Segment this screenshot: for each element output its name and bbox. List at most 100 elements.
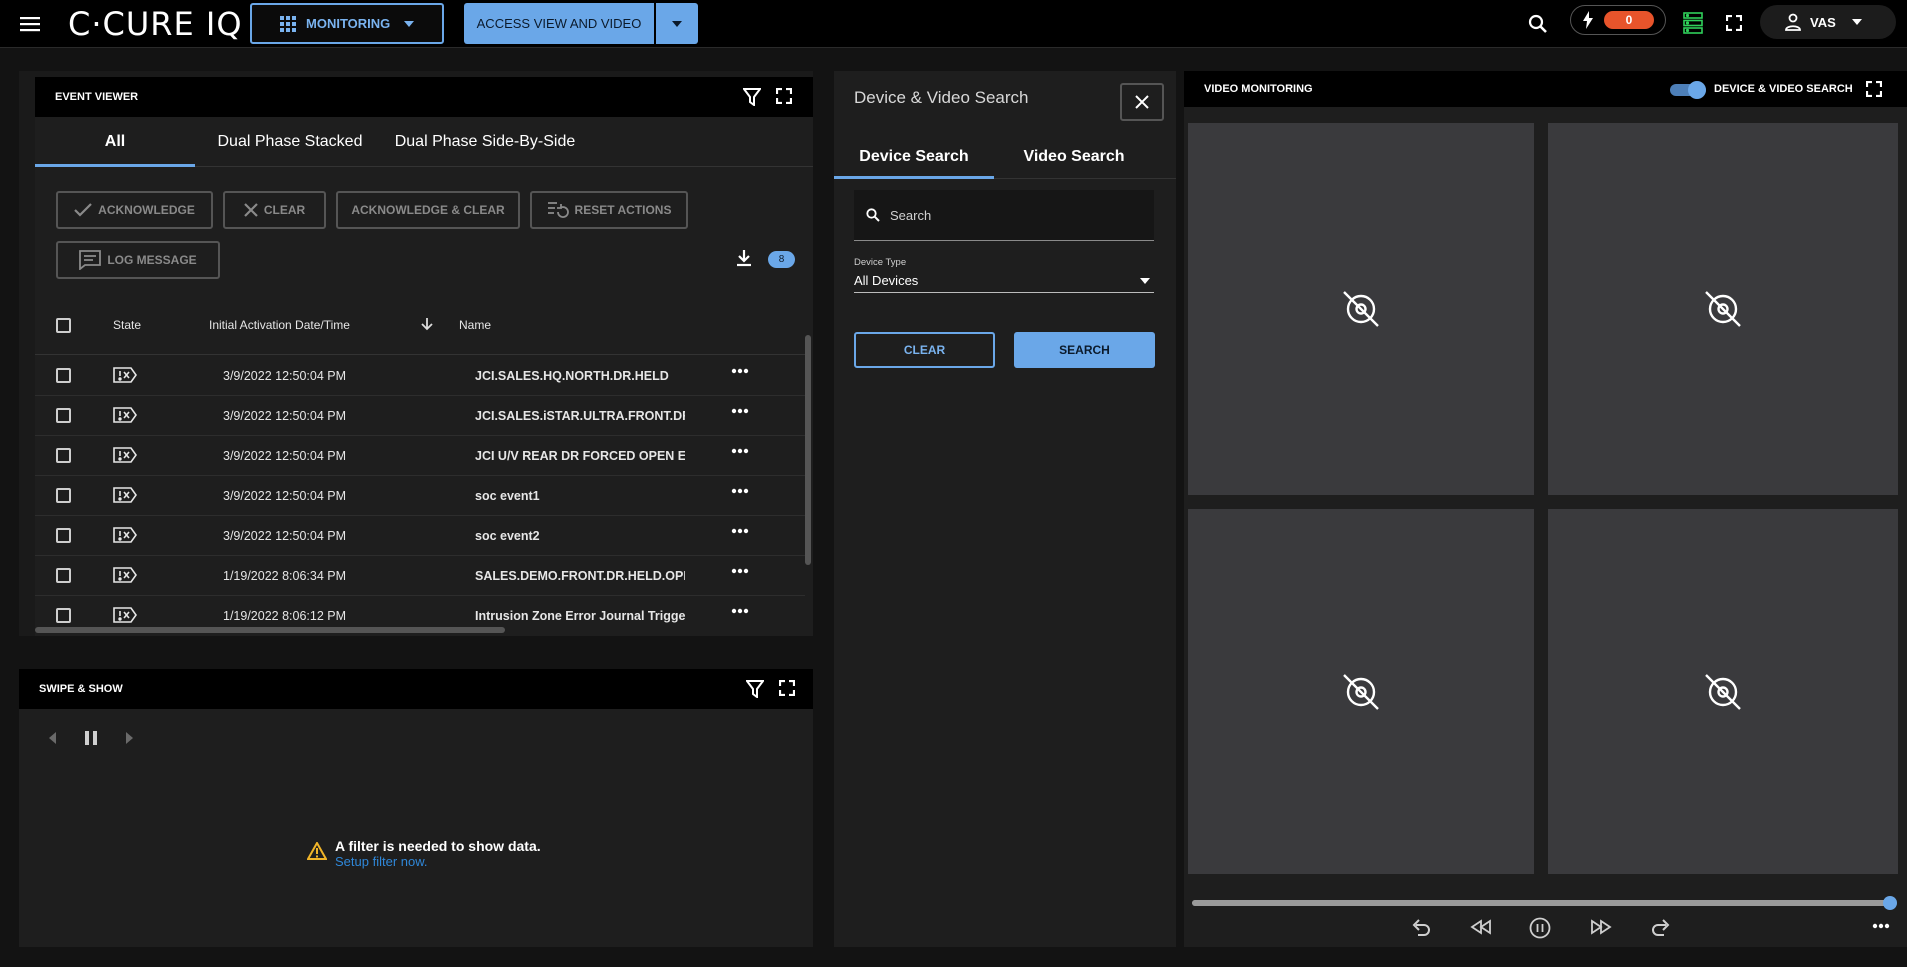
video-tile[interactable] — [1188, 123, 1534, 495]
clear-button[interactable]: CLEAR — [854, 332, 995, 368]
server-status-icon[interactable] — [1683, 12, 1703, 34]
access-view-dropdown-button[interactable] — [656, 3, 698, 44]
table-row[interactable]: 3/9/2022 12:50:04 PM JCI.SALES.HQ.NORTH.D… — [35, 356, 805, 396]
event-viewer-header: EVENT VIEWER — [35, 77, 813, 117]
device-type-select[interactable]: All Devices — [854, 269, 1154, 293]
alarm-state-icon — [113, 485, 137, 505]
column-name[interactable]: Name — [459, 295, 491, 355]
vertical-scrollbar[interactable] — [805, 295, 811, 626]
search-button[interactable]: SEARCH — [1014, 332, 1155, 368]
row-checkbox[interactable] — [56, 608, 71, 623]
alarm-state-icon — [113, 525, 137, 545]
row-checkbox[interactable] — [56, 368, 71, 383]
more-options-icon[interactable] — [731, 608, 749, 614]
acknowledge-button[interactable]: ACKNOWLEDGE — [56, 191, 213, 229]
fullscreen-icon[interactable] — [1866, 81, 1882, 97]
slider-handle[interactable] — [1882, 896, 1897, 910]
row-checkbox[interactable] — [56, 408, 71, 423]
pause-icon[interactable] — [85, 731, 97, 745]
fullscreen-icon[interactable] — [776, 88, 792, 104]
table-row[interactable]: 3/9/2022 12:50:04 PM soc event1 — [35, 476, 805, 516]
event-count-badge: 8 — [768, 251, 795, 268]
download-icon[interactable] — [735, 249, 753, 267]
alarm-counter[interactable]: 0 — [1570, 5, 1666, 35]
access-view-video-button[interactable]: ACCESS VIEW AND VIDEO — [464, 3, 654, 44]
device-search-input[interactable] — [888, 206, 1128, 224]
acknowledge-clear-button[interactable]: ACKNOWLEDGE & CLEAR — [336, 191, 520, 229]
no-video-icon — [1705, 291, 1741, 327]
event-viewer-panel: EVENT VIEWER All Dual Phase Stacked Dual… — [35, 77, 813, 636]
player-controls — [1184, 917, 1907, 947]
search-icon[interactable] — [1528, 14, 1548, 34]
more-options-icon[interactable] — [731, 528, 749, 534]
tab-dual-phase-stacked[interactable]: Dual Phase Stacked — [205, 117, 375, 167]
select-all-checkbox[interactable] — [56, 318, 71, 333]
previous-icon[interactable] — [49, 732, 57, 744]
table-row[interactable]: 3/9/2022 12:50:04 PM JCI.SALES.iSTAR.ULTR… — [35, 396, 805, 436]
more-options-icon[interactable] — [731, 568, 749, 574]
row-checkbox[interactable] — [56, 528, 71, 543]
video-tile[interactable] — [1548, 509, 1898, 874]
reset-actions-button[interactable]: RESET ACTIONS — [530, 191, 688, 229]
clear-button[interactable]: CLEAR — [223, 191, 326, 229]
tab-dual-phase-side-by-side[interactable]: Dual Phase Side-By-Side — [385, 117, 585, 167]
more-options-icon[interactable] — [1872, 923, 1890, 929]
row-name: JCI U/V REAR DR FORCED OPEN EV — [475, 449, 685, 463]
monitoring-menu-button[interactable]: MONITORING — [250, 3, 444, 44]
panel-title: SWIPE & SHOW — [39, 683, 123, 695]
chevron-down-icon — [672, 20, 682, 27]
row-checkbox[interactable] — [56, 488, 71, 503]
filter-icon[interactable] — [743, 88, 761, 106]
row-date: 3/9/2022 12:50:04 PM — [223, 369, 347, 383]
more-options-icon[interactable] — [731, 448, 749, 454]
filter-needed-text: A filter is needed to show data. — [335, 838, 541, 854]
search-icon — [866, 208, 880, 222]
user-menu-button[interactable]: VAS — [1760, 5, 1896, 39]
column-state[interactable]: State — [113, 295, 141, 355]
rewind-icon[interactable] — [1470, 917, 1492, 937]
table-row[interactable]: 3/9/2022 12:50:04 PM soc event2 — [35, 516, 805, 556]
redo-icon[interactable] — [1650, 917, 1672, 937]
toggle-label: DEVICE & VIDEO SEARCH — [1714, 83, 1853, 95]
device-search-tabs: Device Search Video Search — [834, 135, 1176, 179]
fullscreen-icon[interactable] — [779, 680, 795, 696]
close-button[interactable] — [1120, 83, 1164, 121]
tab-video-search[interactable]: Video Search — [994, 135, 1154, 179]
table-row[interactable]: 1/19/2022 8:06:12 PM Intrusion Zone Error… — [35, 596, 805, 626]
video-tile[interactable] — [1548, 123, 1898, 495]
pause-circle-icon[interactable] — [1529, 917, 1551, 939]
panel-title: Device & Video Search — [854, 88, 1029, 107]
more-options-icon[interactable] — [731, 408, 749, 414]
person-icon — [1784, 13, 1802, 31]
next-icon[interactable] — [125, 732, 133, 744]
sort-arrow-down-icon[interactable] — [421, 317, 433, 331]
lightning-icon — [1582, 11, 1594, 29]
table-row[interactable]: 1/19/2022 8:06:34 PM SALES.DEMO.FRONT.DR.… — [35, 556, 805, 596]
horizontal-scrollbar[interactable] — [35, 627, 805, 633]
video-monitoring-panel: VIDEO MONITORING DEVICE & VIDEO SEARCH — [1184, 71, 1907, 947]
filter-message: A filter is needed to show data. Setup f… — [307, 838, 541, 869]
setup-filter-link[interactable]: Setup filter now. — [335, 854, 541, 869]
device-search-field[interactable] — [854, 190, 1154, 241]
column-date[interactable]: Initial Activation Date/Time — [209, 295, 350, 355]
log-message-button[interactable]: LOG MESSAGE — [56, 241, 220, 279]
row-checkbox[interactable] — [56, 448, 71, 463]
swipe-controls — [49, 731, 133, 745]
fullscreen-icon[interactable] — [1726, 15, 1742, 31]
device-video-search-toggle[interactable] — [1670, 81, 1706, 99]
table-row[interactable]: 3/9/2022 12:50:04 PM JCI U/V REAR DR FORC… — [35, 436, 805, 476]
row-checkbox[interactable] — [56, 568, 71, 583]
device-video-search-panel: Device & Video Search Device Search Vide… — [834, 71, 1176, 947]
more-options-icon[interactable] — [731, 488, 749, 494]
video-progress-slider[interactable] — [1192, 896, 1897, 910]
filter-icon[interactable] — [746, 680, 764, 698]
tab-device-search[interactable]: Device Search — [834, 135, 994, 179]
tab-all[interactable]: All — [35, 117, 195, 167]
more-options-icon[interactable] — [731, 368, 749, 374]
acknowledge-label: ACKNOWLEDGE — [98, 203, 195, 217]
chevron-down-icon — [1851, 19, 1862, 25]
menu-icon[interactable] — [19, 14, 41, 34]
video-tile[interactable] — [1188, 509, 1534, 874]
fast-forward-icon[interactable] — [1590, 917, 1612, 937]
undo-icon[interactable] — [1410, 917, 1432, 937]
